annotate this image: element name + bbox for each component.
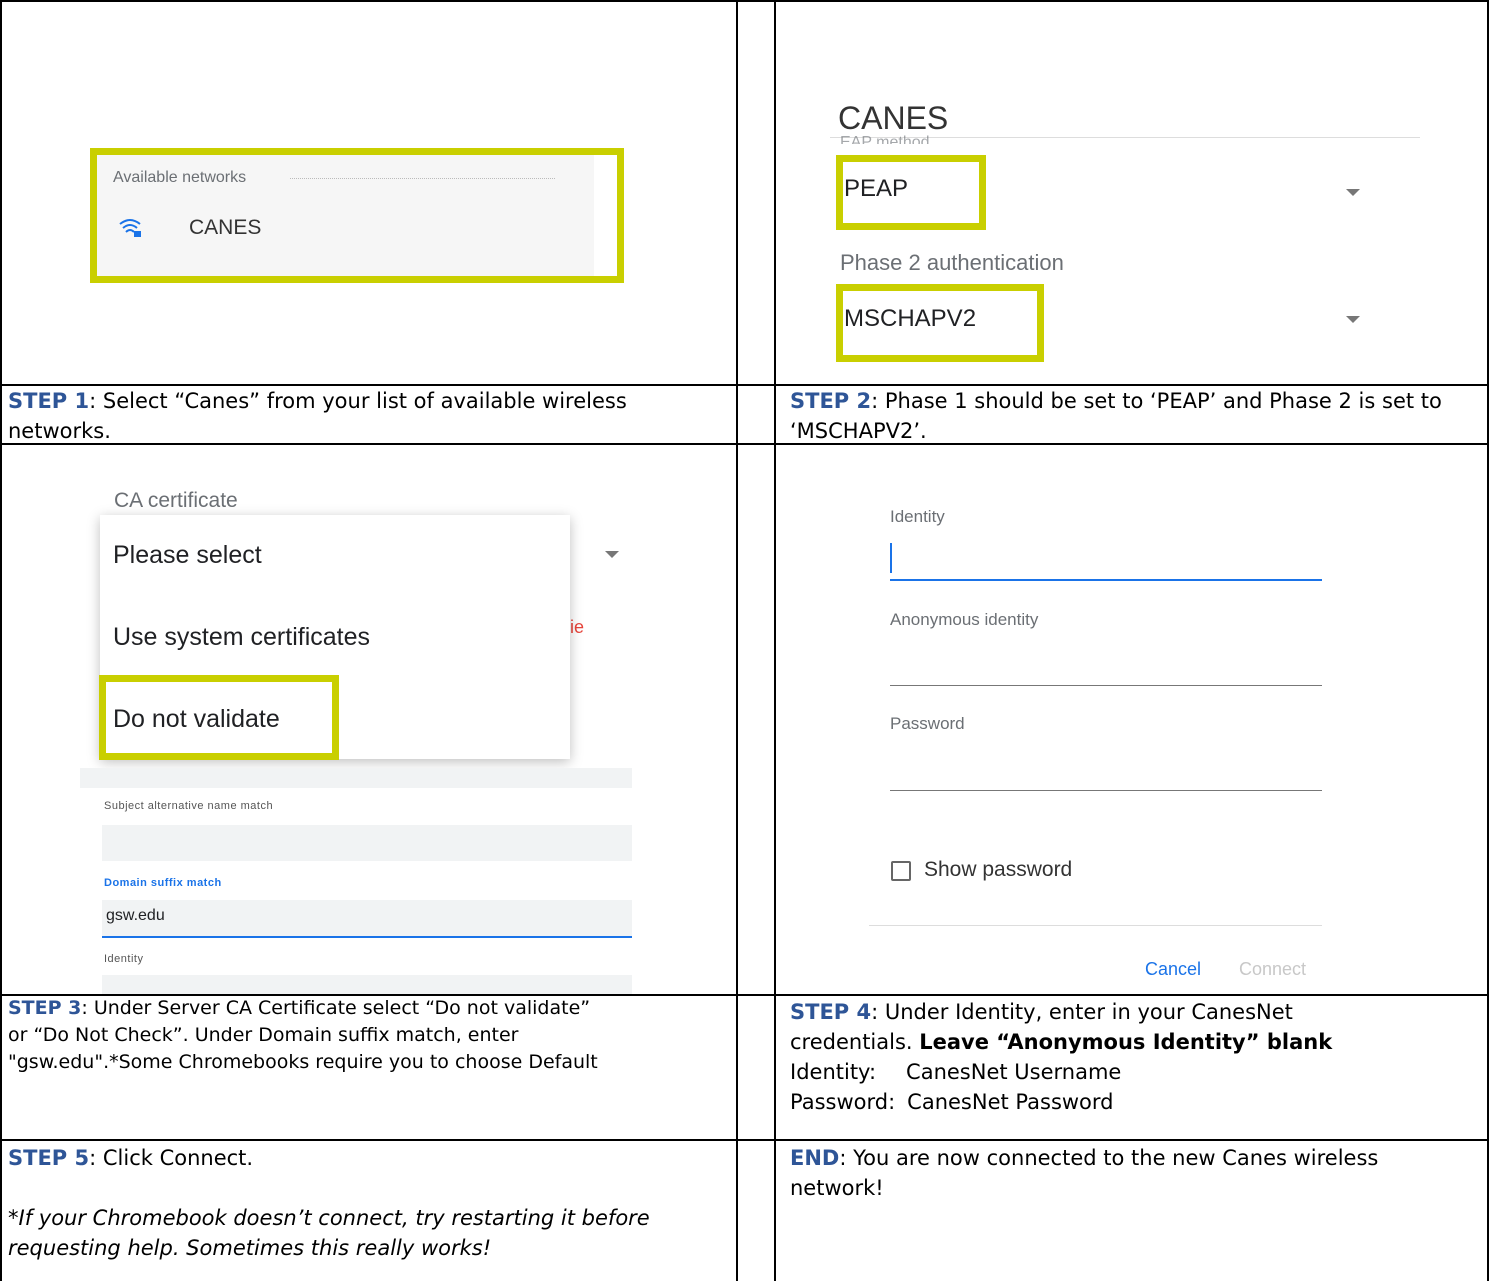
error-text-fragment: ie <box>570 617 585 637</box>
ca-certificate-label: CA certificate <box>114 489 238 512</box>
table-rule <box>0 1139 1489 1141</box>
san-match-label: Subject alternative name match <box>104 800 274 812</box>
field-background <box>80 768 632 788</box>
step4-caption: STEP 4: Under Identity, enter in your Ca… <box>790 997 1430 1117</box>
step-label: STEP 3 <box>8 997 82 1019</box>
end-caption: END: You are now connected to the new Ca… <box>790 1143 1470 1203</box>
instruction-table: Available networks CANES CANES EAP metho… <box>0 0 1489 1281</box>
dropdown-caret-icon[interactable] <box>1346 189 1360 196</box>
dropdown-caret-icon[interactable] <box>1346 316 1360 323</box>
step-label: STEP 2 <box>790 389 872 413</box>
san-match-input[interactable] <box>102 825 632 861</box>
domain-suffix-label: Domain suffix match <box>104 877 222 889</box>
step4-bold-note: Leave “Anonymous Identity” blank <box>919 1030 1333 1054</box>
step2-caption: STEP 2: Phase 1 should be set to ‘PEAP’ … <box>790 386 1480 446</box>
show-password-checkbox[interactable] <box>891 861 911 881</box>
highlight-box <box>99 675 339 760</box>
menu-item-use-system-certificates[interactable]: Use system certificates <box>113 623 370 652</box>
identity-label: Identity <box>890 507 945 526</box>
cancel-button[interactable]: Cancel <box>1145 959 1201 980</box>
identity-row-label: Identity: <box>790 1060 877 1084</box>
step-text: : Phase 1 should be set to ‘PEAP’ and Ph… <box>790 389 1442 443</box>
connect-button[interactable]: Connect <box>1239 959 1306 980</box>
step-text: : Under Server CA Certificate select “Do… <box>8 997 598 1073</box>
highlight-box <box>90 148 624 283</box>
identity-input[interactable] <box>102 975 632 994</box>
table-rule <box>736 0 738 1281</box>
anonymous-identity-label: Anonymous identity <box>890 610 1039 629</box>
highlight-box <box>836 284 1044 362</box>
domain-suffix-value: gsw.edu <box>106 907 165 924</box>
menu-item-please-select[interactable]: Please select <box>113 541 262 570</box>
password-row-label: Password: <box>790 1090 896 1114</box>
step-label: STEP 4 <box>790 1000 872 1024</box>
anonymous-identity-input[interactable] <box>890 685 1322 686</box>
phase2-label: Phase 2 authentication <box>840 250 1064 275</box>
step5-note: *If your Chromebook doesn’t connect, try… <box>8 1206 650 1260</box>
domain-suffix-input[interactable]: gsw.edu <box>102 900 632 938</box>
network-title: CANES <box>838 100 949 136</box>
identity-label: Identity <box>104 953 144 965</box>
show-password-label: Show password <box>924 858 1073 881</box>
password-input[interactable] <box>890 790 1322 791</box>
password-row-value: CanesNet Password <box>907 1090 1114 1114</box>
panel-credentials: Identity Anonymous identity Password Sho… <box>776 445 1487 994</box>
text-cursor <box>890 543 892 573</box>
eap-method-label: EAP method <box>840 134 930 144</box>
dialog-divider <box>869 925 1322 926</box>
step-text: : You are now connected to the new Canes… <box>790 1146 1379 1200</box>
step1-caption: STEP 1: Select “Canes” from your list of… <box>8 386 732 446</box>
step-label: STEP 1 <box>8 389 90 413</box>
dropdown-caret-icon[interactable] <box>605 551 619 558</box>
step-label: END <box>790 1146 840 1170</box>
highlight-box <box>836 155 986 230</box>
step5-caption: STEP 5: Click Connect. *If your Chromebo… <box>8 1143 723 1263</box>
step-label: STEP 5 <box>8 1146 90 1170</box>
step-text: : Select “Canes” from your list of avail… <box>8 389 627 443</box>
identity-row-value: CanesNet Username <box>906 1060 1122 1084</box>
identity-input[interactable] <box>890 579 1322 581</box>
password-label: Password <box>890 714 965 733</box>
step3-caption: STEP 3: Under Server CA Certificate sele… <box>8 995 608 1076</box>
step-text: : Click Connect. <box>89 1146 254 1170</box>
